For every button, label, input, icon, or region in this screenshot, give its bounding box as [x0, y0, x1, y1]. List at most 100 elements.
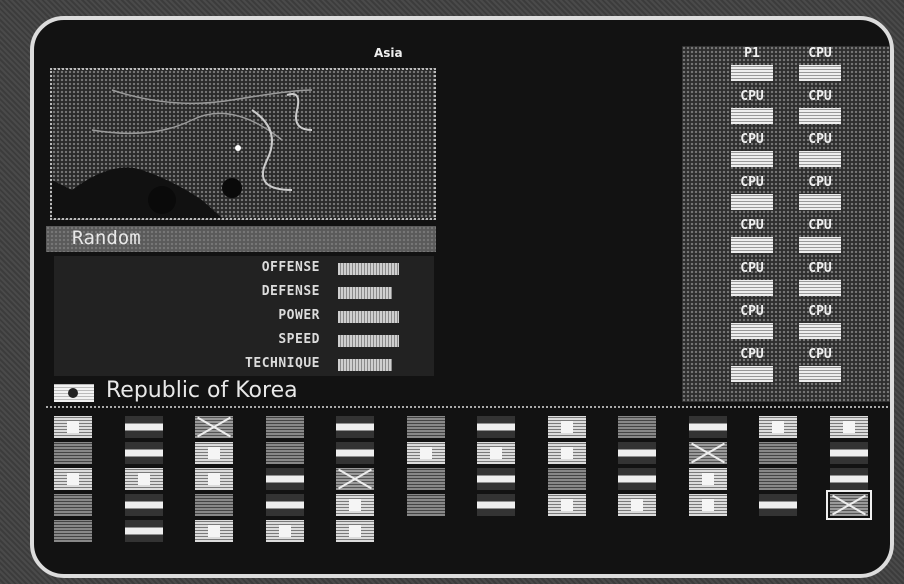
slot-flag-icon	[731, 108, 773, 124]
slot-label: CPU	[740, 347, 764, 362]
game-screen: Asia Random OFFENSE DEFENSE POWER SPEED …	[30, 16, 894, 578]
country-flag-icon[interactable]	[124, 442, 163, 464]
country-flag-icon[interactable]	[618, 442, 656, 464]
slot-flag-icon	[731, 237, 773, 253]
player-slot[interactable]: CPU	[790, 89, 850, 132]
country-flag-icon[interactable]	[336, 520, 374, 542]
slot-label: CPU	[808, 89, 832, 104]
country-flag-icon[interactable]	[688, 416, 727, 438]
stat-label: POWER	[278, 308, 320, 323]
country-flag-icon[interactable]	[688, 494, 727, 516]
player-slot[interactable]: CPU	[722, 132, 782, 175]
player-slot[interactable]: CPU	[722, 347, 782, 390]
stat-row-offense: OFFENSE	[54, 258, 434, 278]
player-slot[interactable]: CPU	[722, 89, 782, 132]
slot-flag-icon	[799, 323, 841, 339]
stat-bar-track	[338, 311, 402, 323]
country-flag-icon[interactable]	[547, 494, 586, 516]
player-slot[interactable]: CPU	[790, 218, 850, 261]
country-flag-icon[interactable]	[759, 442, 797, 464]
slot-flag-icon	[799, 65, 841, 81]
country-flag-icon[interactable]	[336, 494, 374, 516]
player-slot[interactable]: CPU	[722, 218, 782, 261]
country-flag-icon[interactable]	[265, 494, 304, 516]
player-slot[interactable]: CPU	[790, 304, 850, 347]
player-slot[interactable]: CPU	[722, 261, 782, 304]
country-flag-icon[interactable]	[759, 416, 797, 438]
country-flag-icon[interactable]	[195, 520, 233, 542]
country-flag-icon[interactable]	[406, 468, 445, 490]
country-flag-icon[interactable]	[336, 442, 374, 464]
country-flag-icon[interactable]	[829, 416, 868, 438]
slot-label: CPU	[808, 304, 832, 319]
team-name-bar: Random	[46, 226, 436, 252]
country-flag-icon[interactable]	[124, 520, 163, 542]
map-outline	[52, 89, 313, 218]
stat-label: DEFENSE	[261, 284, 320, 299]
country-flag-icon[interactable]	[195, 416, 233, 438]
country-flag-icon[interactable]	[265, 520, 304, 542]
player-slot[interactable]: CPU	[790, 347, 850, 390]
country-flag-icon[interactable]	[618, 416, 656, 438]
player-slot[interactable]: P1	[722, 46, 782, 89]
country-flag-icon[interactable]	[406, 494, 445, 516]
stat-bar	[338, 359, 393, 371]
stat-bar-track	[338, 287, 402, 299]
country-flag-icon[interactable]	[54, 520, 92, 542]
country-flag-icon[interactable]	[406, 442, 445, 464]
country-flag-icon[interactable]	[265, 468, 304, 490]
country-flag-icon[interactable]	[124, 494, 163, 516]
country-flag-icon[interactable]	[618, 494, 656, 516]
stat-bar-track	[338, 263, 402, 275]
stat-row-speed: SPEED	[54, 330, 434, 350]
stat-row-defense: DEFENSE	[54, 282, 434, 302]
country-flag-icon[interactable]	[54, 442, 92, 464]
country-flag-icon[interactable]	[265, 442, 304, 464]
region-label: Asia	[374, 46, 403, 60]
player-slot[interactable]: CPU	[722, 304, 782, 347]
player-slot[interactable]: CPU	[790, 175, 850, 218]
country-flag-icon[interactable]	[336, 416, 374, 438]
slot-flag-icon	[731, 280, 773, 296]
country-flag-icon[interactable]	[829, 442, 868, 464]
country-flag-icon[interactable]	[618, 468, 656, 490]
country-flag-icon[interactable]	[829, 468, 868, 490]
country-flag-icon[interactable]	[825, 490, 872, 520]
player-slot[interactable]: CPU	[790, 261, 850, 304]
country-flag-icon	[54, 384, 94, 402]
player-slot[interactable]: CPU	[722, 175, 782, 218]
player-slot[interactable]: CPU	[790, 46, 850, 89]
country-flag-icon[interactable]	[477, 468, 515, 490]
country-flag-icon[interactable]	[688, 442, 727, 464]
country-flag-icon[interactable]	[54, 494, 92, 516]
country-flag-icon[interactable]	[336, 468, 374, 490]
country-flag-icon[interactable]	[477, 494, 515, 516]
slot-label: CPU	[740, 175, 764, 190]
country-flag-icon[interactable]	[54, 468, 92, 490]
country-flag-icon[interactable]	[759, 468, 797, 490]
country-flag-icon[interactable]	[195, 494, 233, 516]
selected-country: Republic of Korea	[50, 376, 450, 406]
country-flag-icon[interactable]	[477, 416, 515, 438]
country-flag-icon[interactable]	[124, 468, 163, 490]
country-flag-icon[interactable]	[265, 416, 304, 438]
slot-label: CPU	[808, 261, 832, 276]
country-flag-icon[interactable]	[477, 442, 515, 464]
country-flag-icon[interactable]	[759, 494, 797, 516]
country-flag-icon[interactable]	[547, 468, 586, 490]
slot-flag-icon	[731, 194, 773, 210]
slot-label: CPU	[808, 46, 832, 61]
slot-flag-icon	[799, 280, 841, 296]
slot-label: CPU	[740, 261, 764, 276]
country-flag-icon[interactable]	[124, 416, 163, 438]
country-flag-icon[interactable]	[54, 416, 92, 438]
country-flag-icon[interactable]	[547, 442, 586, 464]
country-flag-icon[interactable]	[195, 468, 233, 490]
country-flag-icon[interactable]	[688, 468, 727, 490]
player-slot[interactable]: CPU	[790, 132, 850, 175]
country-flag-icon[interactable]	[547, 416, 586, 438]
slot-flag-icon	[731, 366, 773, 382]
stat-bar	[338, 335, 399, 347]
country-flag-icon[interactable]	[195, 442, 233, 464]
country-flag-icon[interactable]	[406, 416, 445, 438]
